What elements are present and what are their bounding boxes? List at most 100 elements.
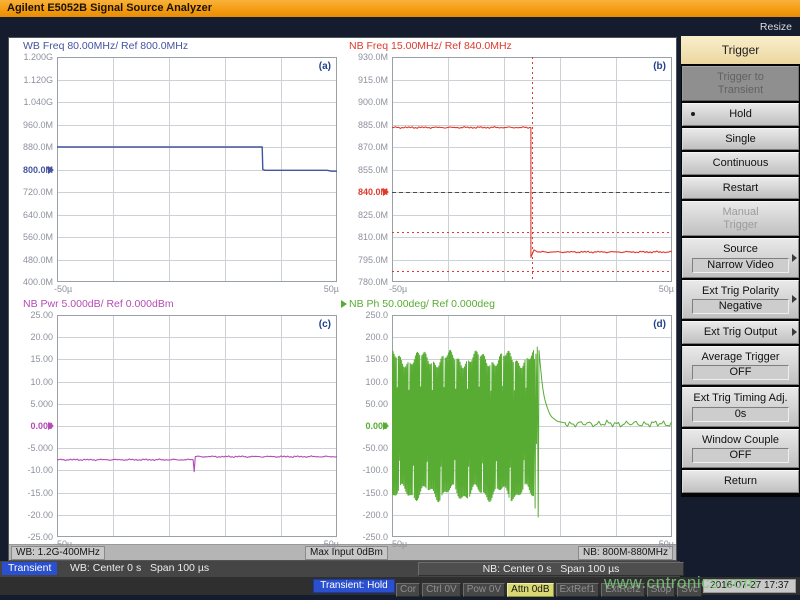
softkey-label: Hold: [685, 108, 796, 121]
plot-title-d: NB Ph 50.00deg/ Ref 0.000deg: [341, 298, 495, 310]
softkey-single[interactable]: Single: [682, 128, 799, 151]
y-tick-label: 1.200G: [3, 52, 53, 62]
y-tick-label: -200.0: [338, 510, 388, 520]
y-tick-label: 250.0: [338, 310, 388, 320]
instrument-status-bar: Transient: Hold CorCtrl 0VPow 0VAttn 0dB…: [0, 577, 800, 595]
y-tick-label: 20.00: [3, 332, 53, 342]
ref-level-label: 840.0M: [338, 187, 388, 197]
indicator-pow-0v: Pow 0V: [463, 583, 505, 597]
y-tick-label: 720.0M: [3, 187, 53, 197]
plot-grid-a: [57, 57, 337, 282]
softkey-label: Manual: [685, 206, 796, 219]
softkey-average-trigger[interactable]: Average TriggerOFF: [682, 346, 799, 386]
y-tick-label: 560.0M: [3, 232, 53, 242]
nb-sweep-label: NB: Center 0 s Span 100 µs: [418, 562, 684, 576]
y-tick-label: 15.00: [3, 354, 53, 364]
softkey-value: OFF: [692, 448, 789, 463]
y-tick-label: -5.000: [3, 443, 53, 453]
clock-label: 2016-07-27 17:37: [703, 579, 796, 593]
y-tick-label: 810.0M: [338, 232, 388, 242]
y-tick-label: 400.0M: [3, 277, 53, 287]
plot-title-text: NB Freq 15.00MHz/ Ref 840.0MHz: [349, 40, 512, 52]
y-tick-label: -150.0: [338, 488, 388, 498]
ref-level-label: 0.000: [3, 421, 53, 431]
plot-title-a: WB Freq 80.00MHz/ Ref 800.0MHz: [23, 40, 188, 52]
indicator-attn-0db: Attn 0dB: [507, 583, 553, 597]
softkey-continuous[interactable]: Continuous: [682, 152, 799, 175]
plot-title-text: WB Freq 80.00MHz/ Ref 800.0MHz: [23, 40, 188, 52]
indicator-extref2: ExtRef2: [601, 583, 645, 597]
y-tick-label: 50.00: [338, 399, 388, 409]
indicator-cor: Cor: [396, 583, 420, 597]
status-indicators: CorCtrl 0VPow 0VAttn 0dBExtRef1ExtRef2St…: [396, 579, 704, 597]
y-tick-label: 795.0M: [338, 255, 388, 265]
y-tick-label: 900.0M: [338, 97, 388, 107]
softkey-source[interactable]: Source Narrow Video: [682, 238, 799, 278]
submenu-arrow-icon: [792, 328, 797, 336]
softkey-ext-trig-polarity[interactable]: Ext Trig PolarityNegative: [682, 280, 799, 320]
y-tick-label: 1.120G: [3, 75, 53, 85]
softkey-label: Window Couple: [685, 434, 796, 447]
softkey-items: Trigger toTransient Hold Single Continuous R…: [681, 66, 800, 493]
plot-title-b: NB Freq 15.00MHz/ Ref 840.0MHz: [349, 40, 512, 52]
plot-title-text: NB Ph 50.00deg/ Ref 0.000deg: [349, 298, 495, 310]
window-titlebar: Agilent E5052B Signal Source Analyzer: [0, 0, 800, 17]
x-axis-label-left: -50µ: [54, 539, 72, 549]
softkey-hold[interactable]: Hold: [682, 103, 799, 126]
softkey-window-couple[interactable]: Window CoupleOFF: [682, 429, 799, 469]
plot-title-c: NB Pwr 5.000dB/ Ref 0.000dBm: [23, 298, 174, 310]
wb-sweep-label: WB: Center 0 s Span 100 µs: [70, 562, 209, 575]
y-tick-label: 150.0: [338, 354, 388, 364]
y-tick-label: -20.00: [3, 510, 53, 520]
softkey-trigger-to-transient: Trigger toTransient: [682, 66, 799, 101]
transient-mode-badge: Transient: [2, 562, 57, 575]
softkey-menu: Trigger Trigger toTransient Hold Single Con…: [681, 36, 800, 497]
indicator-ctrl-0v: Ctrl 0V: [422, 583, 461, 597]
softkey-value: OFF: [692, 365, 789, 380]
y-tick-label: -15.00: [3, 488, 53, 498]
softkey-label: Source: [685, 243, 796, 256]
y-tick-label: -100.0: [338, 465, 388, 475]
x-axis-label-right: 50µ: [303, 284, 339, 294]
softkey-ext-trig-timing-adj[interactable]: Ext Trig Timing Adj. 0s: [682, 387, 799, 427]
softkey-manual-trigger: ManualTrigger: [682, 201, 799, 236]
trace-c: [57, 456, 337, 472]
softkey-label: Restart: [685, 182, 796, 195]
y-tick-label: 930.0M: [338, 52, 388, 62]
softkey-return[interactable]: Return: [682, 470, 799, 493]
y-tick-label: 780.0M: [338, 277, 388, 287]
y-tick-label: 5.000: [3, 399, 53, 409]
x-axis-label-right: 50µ: [303, 539, 339, 549]
softkey-label: Ext Trig Timing Adj.: [685, 392, 796, 405]
softkey-label: Trigger: [685, 219, 796, 232]
x-axis-label-right: 50µ: [638, 284, 674, 294]
softkey-value: 0s: [692, 407, 789, 422]
softkey-ext-trig-output[interactable]: Ext Trig Output: [682, 321, 799, 344]
softkey-label: Continuous: [685, 157, 796, 170]
resize-button[interactable]: Resize: [760, 21, 792, 33]
submenu-arrow-icon: [792, 254, 797, 262]
trace-a: [57, 147, 337, 171]
softkey-value: Narrow Video: [692, 258, 789, 273]
x-axis-label-left: -50µ: [54, 284, 72, 294]
y-tick-label: 855.0M: [338, 165, 388, 175]
trigger-status-badge: Transient: Hold: [313, 579, 395, 593]
softkey-restart[interactable]: Restart: [682, 177, 799, 200]
y-tick-label: 100.0: [338, 377, 388, 387]
plot-title-text: NB Pwr 5.000dB/ Ref 0.000dBm: [23, 298, 174, 310]
softkey-value: Negative: [692, 299, 789, 314]
indicator-extref1: ExtRef1: [556, 583, 600, 597]
active-trace-marker-icon: [341, 300, 347, 308]
plot-grid-b: [392, 57, 672, 282]
x-axis-label-left: -50µ: [389, 539, 407, 549]
indicator-svc: Svc: [677, 583, 702, 597]
y-tick-label: 200.0: [338, 332, 388, 342]
softkey-label: Ext Trig Polarity: [685, 285, 796, 298]
y-tick-label: 885.0M: [338, 120, 388, 130]
plot-grid-d: [392, 315, 672, 537]
screen: Agilent E5052B Signal Source Analyzer Re…: [0, 0, 800, 600]
softkey-label: Transient: [685, 84, 796, 97]
softkey-label: Return: [685, 475, 796, 488]
ref-marker-icon: [48, 422, 54, 430]
y-tick-label: 25.00: [3, 310, 53, 320]
